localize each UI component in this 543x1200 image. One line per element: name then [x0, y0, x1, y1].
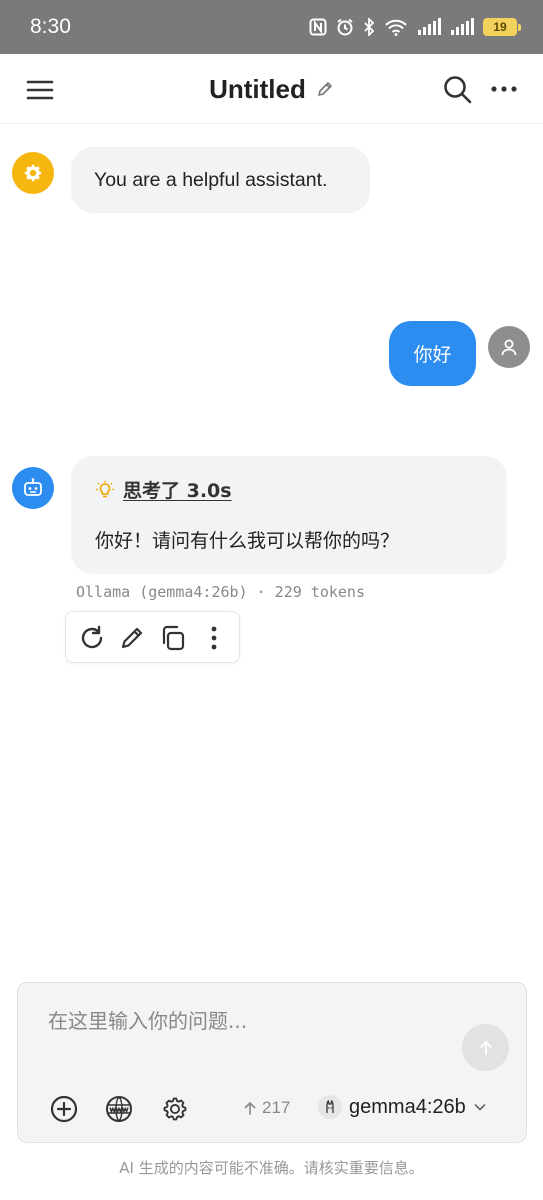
lightbulb-icon: [96, 480, 114, 497]
status-time: 8:30: [30, 15, 71, 38]
settings-button[interactable]: [160, 1094, 190, 1124]
model-selector[interactable]: gemma4:26b: [318, 1095, 487, 1119]
battery-icon: 19: [483, 18, 521, 36]
send-button[interactable]: [462, 1024, 509, 1071]
message-actions: [65, 611, 240, 663]
user-message-text: 你好: [413, 344, 452, 366]
search-icon[interactable]: [442, 74, 472, 104]
system-message-text: You are a helpful assistant.: [94, 168, 328, 191]
thinking-toggle[interactable]: 思考了 3.0s: [95, 476, 232, 503]
wifi-icon: [385, 19, 407, 36]
attach-button[interactable]: [49, 1094, 79, 1124]
ai-disclaimer: AI 生成的内容可能不准确。请核实重要信息。: [119, 1159, 424, 1177]
nfc-icon: [309, 18, 327, 36]
alarm-icon: [337, 18, 353, 36]
globe-icon: [106, 1096, 132, 1122]
signal-icon: [418, 18, 441, 35]
web-search-button[interactable]: [104, 1094, 134, 1124]
chevron-down-icon: [474, 1104, 486, 1111]
gear-icon: [163, 1097, 187, 1121]
assistant-message-text: 你好！请问有什么我可以帮你的吗？: [95, 530, 400, 552]
battery-level: 19: [483, 18, 517, 36]
user-message-bubble: 你好: [389, 321, 476, 386]
composer: 217 gemma4:26b: [17, 982, 527, 1143]
arrow-up-icon: [479, 1040, 492, 1055]
robot-icon: [24, 478, 42, 496]
person-icon: [501, 339, 517, 356]
status-bar: 8:30 19: [0, 0, 543, 54]
system-avatar: [12, 152, 54, 194]
ollama-logo-icon: [318, 1095, 342, 1119]
assistant-message-bubble: 思考了 3.0s 你好！请问有什么我可以帮你的吗？: [71, 456, 507, 574]
user-avatar: [488, 326, 530, 368]
regenerate-icon[interactable]: [78, 624, 106, 652]
more-actions-icon[interactable]: [200, 624, 228, 652]
page-title: Untitled: [209, 73, 306, 104]
message-meta: Ollama (gemma4:26b) · 229 tokens: [76, 583, 365, 601]
edit-icon[interactable]: [118, 624, 146, 652]
message-input[interactable]: [48, 1001, 448, 1041]
more-options-icon[interactable]: [490, 78, 518, 100]
copy-icon[interactable]: [159, 624, 187, 652]
status-icons: 19: [309, 18, 521, 36]
system-message-bubble: You are a helpful assistant.: [71, 147, 370, 213]
bluetooth-icon: [364, 18, 375, 36]
assistant-avatar: [12, 467, 54, 509]
arrow-up-icon: [244, 1102, 256, 1115]
edit-title-icon[interactable]: [316, 80, 334, 98]
signal-icon-2: [451, 18, 474, 35]
context-token-count: 217: [243, 1098, 290, 1118]
gear-icon: [24, 164, 42, 182]
model-name: gemma4:26b: [349, 1095, 466, 1118]
token-count-value: 217: [262, 1098, 291, 1117]
top-app-bar: Untitled: [0, 54, 543, 124]
thinking-label: 思考了 3.0s: [123, 480, 232, 502]
plus-circle-icon: [50, 1095, 78, 1123]
